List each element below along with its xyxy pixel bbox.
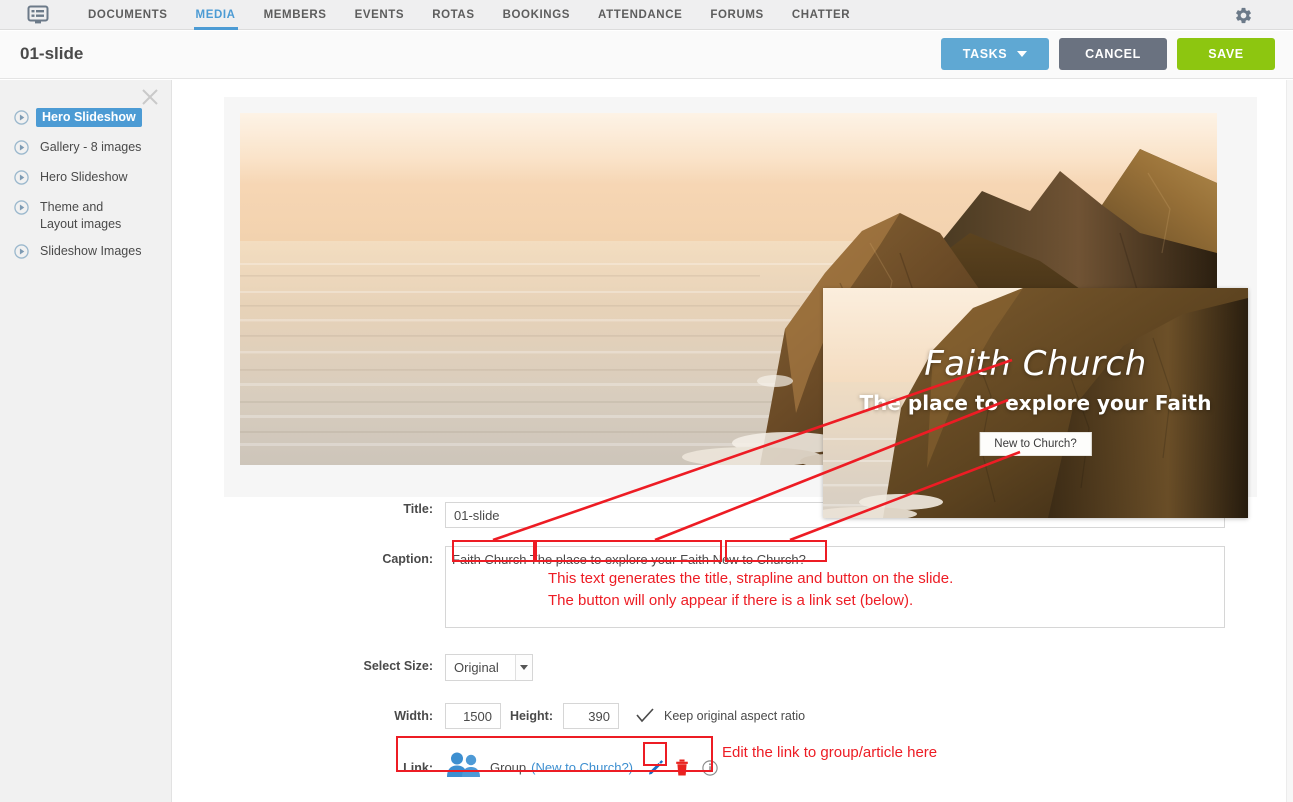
sidebar-item-label: Slideshow Images	[40, 244, 142, 258]
link-target-text[interactable]: (New to Church?)	[531, 760, 633, 775]
sidebar-item-hero-slideshow-selected[interactable]: Hero Slideshow	[14, 108, 164, 130]
tasks-button-label: TASKS	[962, 47, 1008, 61]
select-size-row: Select Size: Original	[173, 654, 1286, 681]
nav-item-documents[interactable]: DOCUMENTS	[74, 0, 182, 30]
cancel-button[interactable]: CANCEL	[1059, 38, 1167, 70]
caption-label: Caption:	[382, 552, 433, 566]
play-circle-icon[interactable]	[14, 110, 32, 130]
nav-item-members[interactable]: MEMBERS	[250, 0, 341, 30]
nav-item-chatter[interactable]: CHATTER	[778, 0, 864, 30]
header-actions: TASKS CANCEL SAVE	[941, 38, 1275, 70]
play-circle-icon[interactable]	[14, 170, 32, 190]
save-button[interactable]: SAVE	[1177, 38, 1275, 70]
nav-item-media[interactable]: MEDIA	[182, 0, 250, 30]
app-root: DOCUMENTS MEDIA MEMBERS EVENTS ROTAS BOO…	[0, 0, 1293, 802]
screen-list-icon[interactable]	[18, 5, 58, 25]
nav-item-forums[interactable]: FORUMS	[696, 0, 777, 30]
link-type-text: Group	[490, 760, 527, 775]
select-size-select[interactable]: Original	[445, 654, 533, 681]
width-label: Width:	[394, 709, 433, 723]
annotation-link-note: Edit the link to group/article here	[722, 744, 938, 761]
play-circle-icon[interactable]	[14, 200, 32, 220]
slide-preview-subtitle: The place to explore your Faith	[859, 391, 1212, 415]
select-size-label: Select Size:	[363, 659, 433, 673]
select-size-dropdown[interactable]: Original	[445, 654, 533, 681]
nav-item-bookings[interactable]: BOOKINGS	[489, 0, 584, 30]
annotation-caption-note-line1: This text generates the title, strapline…	[548, 570, 954, 587]
link-label: Link:	[403, 760, 433, 775]
title-label: Title:	[403, 502, 433, 516]
chevron-down-icon	[1017, 51, 1028, 57]
play-circle-icon[interactable]	[14, 140, 32, 160]
sidebar-item-theme-and-layout-images[interactable]: Theme and Layout images	[14, 198, 164, 234]
slide-preview-title: Faith Church	[924, 344, 1147, 384]
sidebar-item-label: Gallery - 8 images	[40, 140, 142, 154]
sidebar-item-hero-slideshow[interactable]: Hero Slideshow	[14, 168, 164, 190]
annotation-caption-note-line2: The button will only appear if there is …	[548, 592, 914, 609]
nav-item-rotas[interactable]: ROTAS	[418, 0, 488, 30]
page-title: 01-slide	[20, 44, 84, 63]
sidebar-item-slideshow-images[interactable]: Slideshow Images	[14, 242, 164, 264]
nav-item-list: DOCUMENTS MEDIA MEMBERS EVENTS ROTAS BOO…	[74, 0, 864, 30]
sidebar-item-gallery-8-images[interactable]: Gallery - 8 images	[14, 138, 164, 160]
sidebar-item-label: Theme and Layout images	[40, 200, 122, 231]
page-subheader: 01-slide TASKS CANCEL SAVE	[0, 31, 1293, 79]
group-people-icon	[445, 751, 483, 784]
info-icon[interactable]	[702, 759, 718, 776]
dimensions-row: Width: Height: Keep original aspect rati…	[173, 703, 1286, 729]
slide-preview-overlay: Faith Church The place to explore your F…	[823, 288, 1248, 518]
trash-icon[interactable]	[675, 759, 689, 776]
width-input[interactable]	[445, 703, 501, 729]
checkmark-icon	[636, 708, 654, 723]
top-navigation-bar: DOCUMENTS MEDIA MEMBERS EVENTS ROTAS BOO…	[0, 0, 1293, 30]
folder-tree: Hero Slideshow Gallery - 8 images Hero S…	[14, 108, 164, 272]
aspect-ratio-label: Keep original aspect ratio	[664, 709, 806, 723]
height-label: Height:	[509, 709, 553, 723]
sidebar-item-label: Hero Slideshow	[36, 108, 142, 127]
sidebar-item-label: Hero Slideshow	[40, 170, 128, 184]
media-folder-sidebar: Hero Slideshow Gallery - 8 images Hero S…	[0, 80, 172, 802]
slide-preview-button[interactable]: New to Church?	[979, 432, 1092, 456]
close-icon[interactable]	[139, 86, 161, 108]
pencil-icon[interactable]	[647, 759, 664, 776]
height-input[interactable]	[563, 703, 619, 729]
nav-item-attendance[interactable]: ATTENDANCE	[584, 0, 696, 30]
tasks-button[interactable]: TASKS	[941, 38, 1049, 70]
vertical-scrollbar[interactable]	[1286, 80, 1293, 802]
play-circle-icon[interactable]	[14, 244, 32, 264]
aspect-ratio-checkbox[interactable]	[635, 707, 655, 725]
gear-icon[interactable]	[1234, 6, 1253, 30]
nav-item-events[interactable]: EVENTS	[341, 0, 419, 30]
